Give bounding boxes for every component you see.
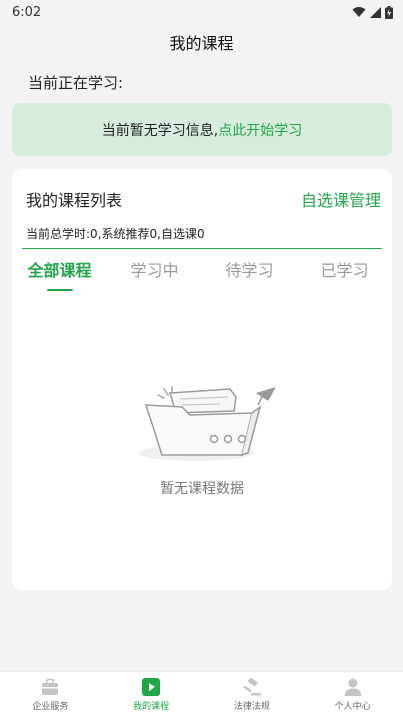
course-list-card: 我的课程列表 自选课管理 当前总学时:0,系统推荐0,自选课0 全部课程 学习中… <box>12 169 392 590</box>
briefcase-icon <box>42 678 59 695</box>
play-icon <box>142 677 161 696</box>
empty-folder-icon <box>138 386 276 461</box>
course-list-header: 我的课程列表 自选课管理 <box>26 187 381 211</box>
nav-label: 法律法规 <box>233 701 270 712</box>
nav-label: 个人中心 <box>334 701 371 712</box>
start-learning-link[interactable]: 点此开始学习 <box>218 120 302 140</box>
tab-label: 待学习 <box>225 261 274 280</box>
nav-enterprise-service[interactable]: 企业服务 <box>0 672 101 716</box>
elective-manage-link[interactable]: 自选课管理 <box>301 187 381 211</box>
nav-label: 企业服务 <box>32 701 69 712</box>
tab-in-progress[interactable]: 学习中 <box>107 259 202 293</box>
status-icons <box>352 5 393 19</box>
battery-icon <box>385 5 393 19</box>
bottom-nav: 企业服务 我的课程 法律法规 个人中心 <box>0 671 403 716</box>
tab-label: 全部课程 <box>27 261 92 280</box>
divider <box>22 248 382 249</box>
tab-to-learn[interactable]: 待学习 <box>202 259 297 293</box>
person-icon <box>344 678 362 696</box>
tab-completed[interactable]: 已学习 <box>297 259 392 293</box>
status-bar: 6:02 <box>0 0 403 24</box>
header: 我的课程 <box>0 24 403 60</box>
course-tabs: 全部课程 学习中 待学习 已学习 <box>12 259 392 293</box>
nav-laws-regulations[interactable]: 法律法规 <box>202 672 303 716</box>
course-list-title: 我的课程列表 <box>26 191 123 210</box>
page-title: 我的课程 <box>169 34 234 53</box>
wifi-icon <box>352 7 366 17</box>
nav-my-courses[interactable]: 我的课程 <box>101 672 202 716</box>
study-hours-summary: 当前总学时:0,系统推荐0,自选课0 <box>26 227 205 241</box>
tab-active-indicator <box>46 289 73 291</box>
nav-label: 我的课程 <box>133 701 170 712</box>
tab-label: 学习中 <box>130 261 179 280</box>
status-time: 6:02 <box>12 4 42 20</box>
tab-label: 已学习 <box>320 261 369 280</box>
signal-icon <box>370 6 381 18</box>
current-study-label: 当前正在学习: <box>28 74 124 92</box>
gavel-icon <box>243 677 261 695</box>
info-banner: 当前暂无学习信息, 点此开始学习 <box>12 103 392 156</box>
nav-personal-center[interactable]: 个人中心 <box>302 672 403 716</box>
empty-state-text: 暂无课程数据 <box>160 481 244 497</box>
banner-text: 当前暂无学习信息, <box>101 122 219 139</box>
tab-all-courses[interactable]: 全部课程 <box>12 259 107 293</box>
